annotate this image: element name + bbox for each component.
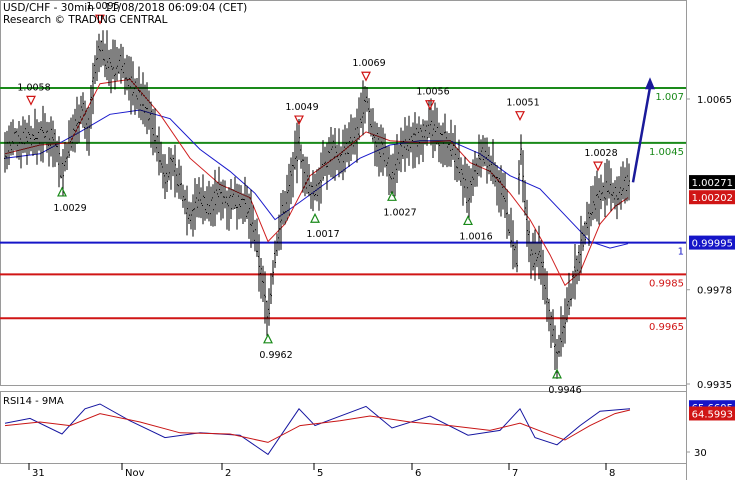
price-axis-label: 0.9978 bbox=[697, 286, 732, 297]
chart-subtitle: Research © TRADING CENTRAL bbox=[3, 14, 168, 26]
time-axis-label: 2 bbox=[225, 468, 231, 479]
time-axis-label: 7 bbox=[512, 468, 518, 479]
pivot-high-label: 1.0049 bbox=[285, 102, 318, 113]
chart-title: USD/CHF - 30min - 11/08/2018 06:09:04 (C… bbox=[3, 2, 247, 14]
rsi-title: RSI14 - 9MA bbox=[3, 396, 64, 407]
rsi-badge-label: 64.5993 bbox=[692, 409, 733, 420]
chart-svg: 1.007 1.0045 1 0.9985 0.9965 1.0058 1.0029 1.0… bbox=[0, 0, 735, 480]
pivot-low-label: 1.0029 bbox=[53, 203, 86, 214]
time-axis-label: Nov bbox=[125, 468, 145, 479]
time-axis-label: 6 bbox=[415, 468, 421, 479]
pivot-low-label: 0.9962 bbox=[259, 350, 292, 361]
time-axis-label: 8 bbox=[609, 468, 615, 479]
time-axis-label: 31 bbox=[32, 468, 45, 479]
pivot-high-label: 1.0058 bbox=[17, 82, 50, 93]
pivot-high-label: 1.0069 bbox=[352, 58, 385, 69]
level-label: 1.0045 bbox=[649, 147, 684, 158]
level-label: 1 bbox=[678, 247, 684, 258]
time-axis-label: 5 bbox=[317, 468, 323, 479]
pivot-high-label: 1.0056 bbox=[416, 87, 449, 98]
level-label: 0.9985 bbox=[649, 278, 684, 289]
price-badge-label: 0.99995 bbox=[692, 239, 733, 250]
pivot-high-label: 1.0051 bbox=[506, 98, 539, 109]
price-axis-label: 0.9935 bbox=[697, 380, 732, 391]
pivot-low-label: 1.0017 bbox=[306, 229, 339, 240]
price-badge-label: 1.00202 bbox=[692, 193, 733, 204]
rsi-axis-label: 30 bbox=[694, 448, 707, 459]
price-axis-label: 1.0065 bbox=[697, 95, 732, 106]
rsi-panel-frame bbox=[0, 391, 687, 464]
pivot-low-label: 1.0016 bbox=[459, 231, 492, 242]
pivot-low-label: 0.9946 bbox=[548, 385, 581, 396]
pivot-high-label: 1.0028 bbox=[584, 148, 617, 159]
level-label: 1.007 bbox=[655, 92, 684, 103]
level-label: 0.9965 bbox=[649, 322, 684, 333]
pivot-low-label: 1.0027 bbox=[383, 207, 416, 218]
price-badge-label: 1.00271 bbox=[692, 178, 733, 189]
